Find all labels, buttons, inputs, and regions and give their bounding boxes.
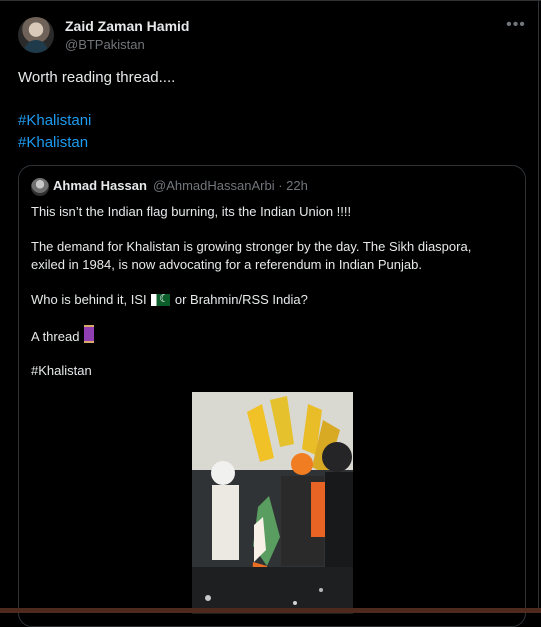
quoted-author-name[interactable]: Ahmad Hassan [53,178,147,193]
author-handle[interactable]: @BTPakistan [65,37,145,52]
quoted-thread-label: A thread [31,329,80,344]
quoted-question-suffix: or Brahmin/RSS India? [174,292,308,307]
quoted-author-avatar[interactable] [31,178,49,196]
pakistan-flag-icon [151,290,171,309]
thread-spool-icon [84,325,95,343]
right-border [538,0,539,613]
hashtag-khalistan[interactable]: #Khalistan [18,133,88,153]
quoted-text-line: exiled in 1984, is now advocating for a … [31,257,422,272]
quoted-author-handle-time[interactable]: @AhmadHassanArbi · 22h [153,178,308,193]
quoted-text-line: The demand for Khalistan is growing stro… [31,239,472,254]
quoted-hashtag-khalistan[interactable]: #Khalistan [31,361,92,380]
more-options-button[interactable]: ••• [504,15,528,35]
quoted-question-line: Who is behind it, ISI or Brahmin/RSS Ind… [31,290,308,309]
hashtag-khalistani[interactable]: #Khalistani [18,111,91,131]
author-display-name[interactable]: Zaid Zaman Hamid [65,18,189,34]
quoted-thread-line: A thread [31,325,95,346]
quoted-media-image[interactable] [192,392,353,614]
quoted-post-card[interactable]: Ahmad Hassan @AhmadHassanArbi · 22h This… [18,165,526,627]
quoted-text-line: This isn’t the Indian flag burning, its … [31,204,352,219]
quoted-question-prefix: Who is behind it, ISI [31,292,147,307]
bottom-image-strip [0,608,541,613]
post-text: Worth reading thread.... [18,69,176,86]
more-horizontal-icon: ••• [506,16,526,33]
protest-photo-icon [192,392,353,614]
author-avatar[interactable] [18,17,54,53]
top-border [0,0,541,1]
